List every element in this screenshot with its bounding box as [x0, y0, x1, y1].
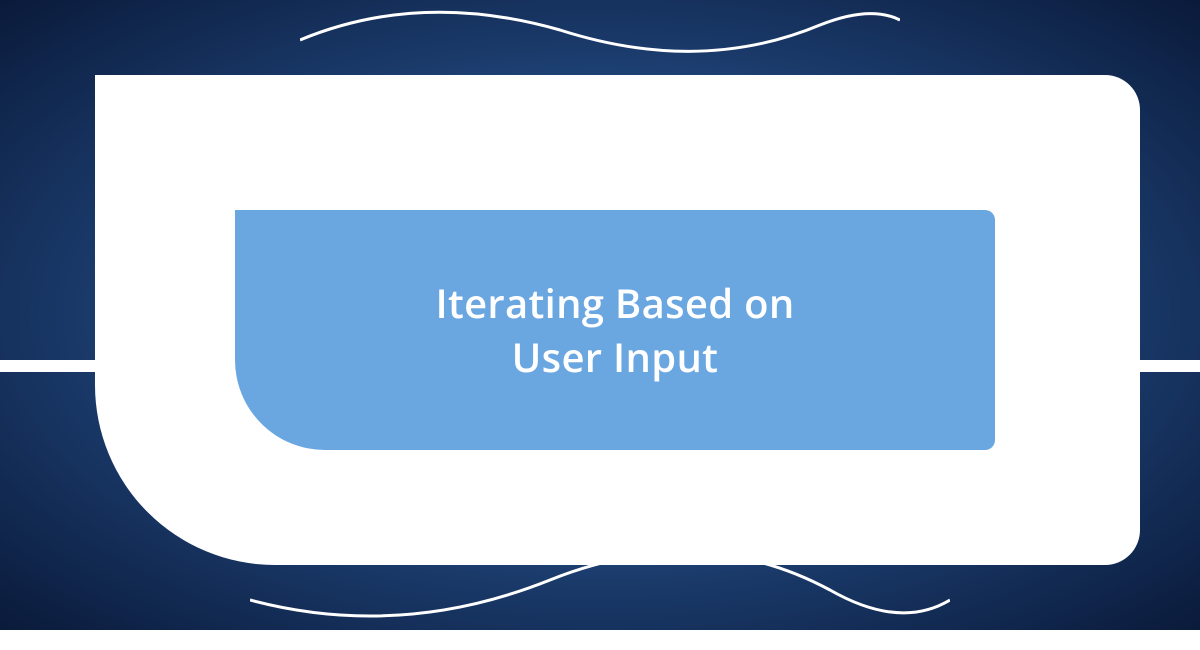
main-title: Iterating Based on User Input	[435, 276, 794, 384]
title-line-1: Iterating Based on	[435, 275, 794, 330]
decorative-line-right	[1140, 360, 1200, 372]
inner-blue-panel: Iterating Based on User Input	[235, 210, 995, 450]
title-line-2: User Input	[512, 329, 719, 384]
decorative-line-left	[0, 360, 100, 372]
